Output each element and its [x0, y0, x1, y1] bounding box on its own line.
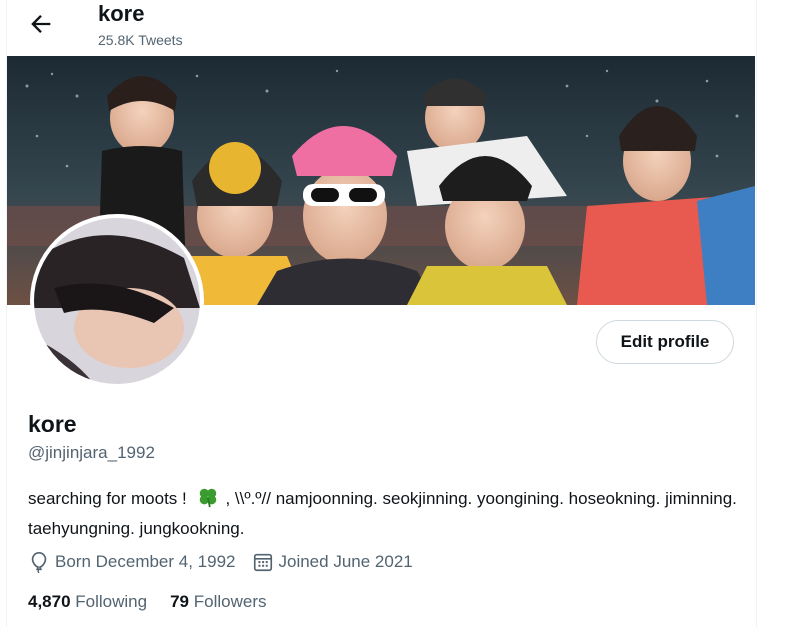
profile-header: kore 25.8K Tweets: [7, 0, 756, 56]
joined-text: Joined June 2021: [278, 552, 413, 571]
profile-column: kore 25.8K Tweets Edit profile kore @jin…: [6, 0, 757, 627]
followers-count: 79: [170, 592, 190, 611]
joined-item: Joined June 2021: [252, 551, 413, 573]
profile-meta: Born December 4, 1992 Joined June 2021: [28, 551, 429, 573]
followers-label: Followers: [193, 592, 267, 611]
header-title: kore: [98, 1, 145, 26]
followers-link[interactable]: 79 Followers: [170, 592, 266, 612]
arrow-left-icon: [31, 15, 51, 33]
back-button[interactable]: [27, 10, 55, 38]
avatar-photo: [34, 218, 200, 384]
edit-profile-button[interactable]: Edit profile: [596, 320, 734, 364]
birthday-text: Born December 4, 1992: [55, 552, 236, 571]
follow-stats: 4,870 Following 79 Followers: [28, 592, 290, 612]
user-handle: @jinjinjara_1992: [28, 443, 155, 462]
calendar-icon: [253, 553, 272, 572]
display-name: kore: [28, 411, 77, 437]
following-label: Following: [75, 592, 148, 611]
following-count: 4,870: [28, 592, 71, 611]
tweet-count: 25.8K Tweets: [98, 32, 183, 48]
bio-text-start: searching for moots !: [28, 489, 187, 508]
following-link[interactable]: 4,870 Following: [28, 592, 147, 612]
balloon-icon: [31, 552, 47, 573]
birthday-item: Born December 4, 1992: [28, 551, 236, 573]
profile-bio: searching for moots ! , \\º.º// namjoonn…: [28, 486, 748, 542]
profile-avatar[interactable]: [30, 214, 204, 388]
four-leaf-clover-icon: [197, 486, 219, 516]
